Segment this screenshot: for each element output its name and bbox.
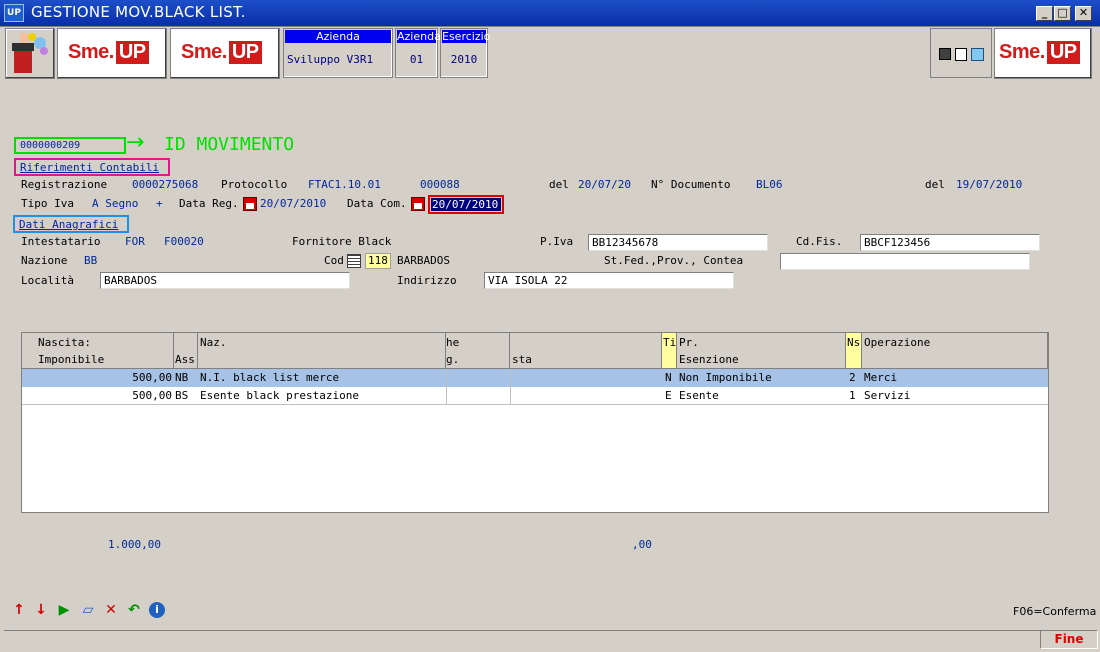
- header-imponibile[interactable]: Nascita: Imponibile: [22, 333, 174, 369]
- del-value: 20/07/20: [578, 178, 631, 191]
- cube-icon[interactable]: [971, 48, 984, 61]
- smeup-logo-2[interactable]: Sme. UP: [170, 28, 280, 79]
- protocollo-label: Protocollo: [221, 178, 288, 191]
- id-box: 0000000209: [14, 137, 126, 154]
- azienda-box: Azienda Sviluppo V3R1: [283, 28, 393, 78]
- header-col-he[interactable]: he g.: [446, 333, 510, 369]
- indirizzo-input[interactable]: VIA ISOLA 22: [484, 272, 734, 289]
- header-ti[interactable]: Ti: [662, 333, 677, 369]
- header-ass[interactable]: Ass: [174, 333, 198, 369]
- cod-description: BARBADOS: [397, 254, 450, 267]
- localita-label: Località: [21, 274, 74, 287]
- del2-value: 19/07/2010: [956, 178, 1023, 191]
- minimize-button[interactable]: _: [1036, 6, 1053, 21]
- protocollo-number: 000088: [420, 178, 460, 191]
- calendar-icon[interactable]: [243, 197, 257, 211]
- play-icon[interactable]: ▶: [56, 602, 72, 618]
- title-bar: UP GESTIONE MOV.BLACK LIST. _ □ ✕: [0, 0, 1100, 27]
- total-imposta: ,00: [632, 538, 652, 551]
- tools-group: [930, 28, 992, 78]
- header-esenzione[interactable]: Pr. Esenzione: [677, 333, 846, 369]
- column-divider: [510, 369, 511, 405]
- cdfis-label: Cd.Fis.: [796, 235, 843, 248]
- table-row[interactable]: 500,00 NB N.I. black list merce N Non Im…: [22, 369, 1048, 387]
- header-ns[interactable]: Ns: [846, 333, 862, 369]
- piva-input[interactable]: BB12345678: [588, 234, 768, 251]
- azienda-code-box: Azienda 01: [395, 28, 441, 78]
- movements-table[interactable]: Nascita: Imponibile Ass Naz. he g. sta T…: [21, 332, 1049, 513]
- ndocumento-value: BL06: [756, 178, 783, 191]
- refresh-icon[interactable]: ↶: [126, 602, 142, 618]
- intestatario-type: FOR: [125, 235, 145, 248]
- tipo-iva-value: A Segno: [92, 197, 139, 210]
- azienda-value: Sviluppo V3R1: [287, 53, 374, 66]
- header-naz[interactable]: Naz.: [198, 333, 446, 369]
- user-icon: [12, 33, 48, 73]
- azienda-code-label: Azienda: [397, 30, 441, 43]
- azienda-label: Azienda: [285, 30, 391, 43]
- intestatario-label: Intestatario: [21, 235, 101, 248]
- section-anag-title: Dati Anagrafici: [19, 218, 119, 231]
- info-icon[interactable]: i: [149, 602, 165, 618]
- column-divider: [446, 369, 447, 405]
- document-icon[interactable]: [955, 48, 967, 61]
- id-value: 0000000209: [20, 140, 81, 151]
- eraser-icon[interactable]: ▱: [80, 602, 96, 618]
- data-com-label: Data Com.: [347, 197, 407, 210]
- f06-confirm[interactable]: F06=Conferma: [1013, 605, 1096, 618]
- maximize-button[interactable]: □: [1054, 6, 1071, 21]
- cdfis-input[interactable]: BBCF123456: [860, 234, 1040, 251]
- tipo-iva-sign: +: [156, 197, 163, 210]
- delete-icon[interactable]: ✕: [103, 602, 119, 618]
- total-imponibile: 1.000,00: [108, 538, 161, 551]
- localita-input[interactable]: BARBADOS: [100, 272, 350, 289]
- azienda-code-value: 01: [409, 53, 424, 66]
- piva-label: P.Iva: [540, 235, 574, 248]
- stfed-input[interactable]: [780, 253, 1030, 270]
- section-rif-box: Riferimenti Contabili: [14, 158, 170, 176]
- protocollo-value: FTAC1.10.01: [308, 178, 381, 191]
- table-icon[interactable]: [347, 254, 361, 268]
- data-reg-value: 20/07/2010: [260, 197, 327, 210]
- status-bar: [4, 630, 1096, 649]
- section-rif-title: Riferimenti Contabili: [20, 161, 160, 174]
- nazione-label: Nazione: [21, 254, 68, 267]
- esercizio-label: Esercizio: [442, 30, 491, 43]
- close-button[interactable]: ✕: [1075, 6, 1092, 21]
- smeup-logo-3[interactable]: Sme. UP: [994, 28, 1092, 79]
- arrow-icon: →: [126, 130, 145, 155]
- intestatario-name: Fornitore Black: [292, 235, 392, 248]
- smeup-logo-1[interactable]: Sme. UP: [57, 28, 167, 79]
- registrazione-label: Registrazione: [21, 178, 108, 191]
- data-com-input[interactable]: 20/07/2010: [431, 198, 501, 211]
- id-annotation-label: ID MOVIMENTO: [164, 134, 295, 155]
- section-anag-box: Dati Anagrafici: [13, 215, 129, 233]
- table-row[interactable]: 500,00 BS Esente black prestazione E Ese…: [22, 387, 1048, 405]
- data-com-highlight: 20/07/2010: [428, 195, 504, 214]
- indirizzo-label: Indirizzo: [397, 274, 457, 287]
- esercizio-value: 2010: [450, 53, 478, 66]
- del2-label: del: [925, 178, 945, 191]
- fine-indicator: Fine: [1040, 630, 1098, 649]
- move-up-icon[interactable]: ↑: [11, 602, 27, 618]
- intestatario-code: F00020: [164, 235, 204, 248]
- stfed-label: St.Fed.,Prov., Contea: [604, 254, 744, 267]
- registrazione-value: 0000275068: [132, 178, 199, 191]
- monitor-icon[interactable]: [939, 48, 951, 60]
- esercizio-box: Esercizio 2010: [440, 28, 491, 78]
- nazione-value: BB: [84, 254, 98, 267]
- tipo-iva-label: Tipo Iva: [21, 197, 74, 210]
- user-avatar-button[interactable]: [5, 28, 55, 79]
- app-icon: UP: [4, 4, 24, 22]
- del-label: del: [549, 178, 569, 191]
- data-reg-label: Data Reg.: [179, 197, 239, 210]
- header-col-sta[interactable]: sta: [510, 333, 662, 369]
- header-operazione[interactable]: Operazione: [862, 333, 1048, 369]
- window-title: GESTIONE MOV.BLACK LIST.: [31, 3, 246, 21]
- cod-label: Cod: [324, 254, 344, 267]
- ndocumento-label: N° Documento: [651, 178, 731, 191]
- cod-input[interactable]: 118: [365, 253, 391, 269]
- move-down-icon[interactable]: ↓: [33, 602, 49, 618]
- calendar-icon[interactable]: [411, 197, 425, 211]
